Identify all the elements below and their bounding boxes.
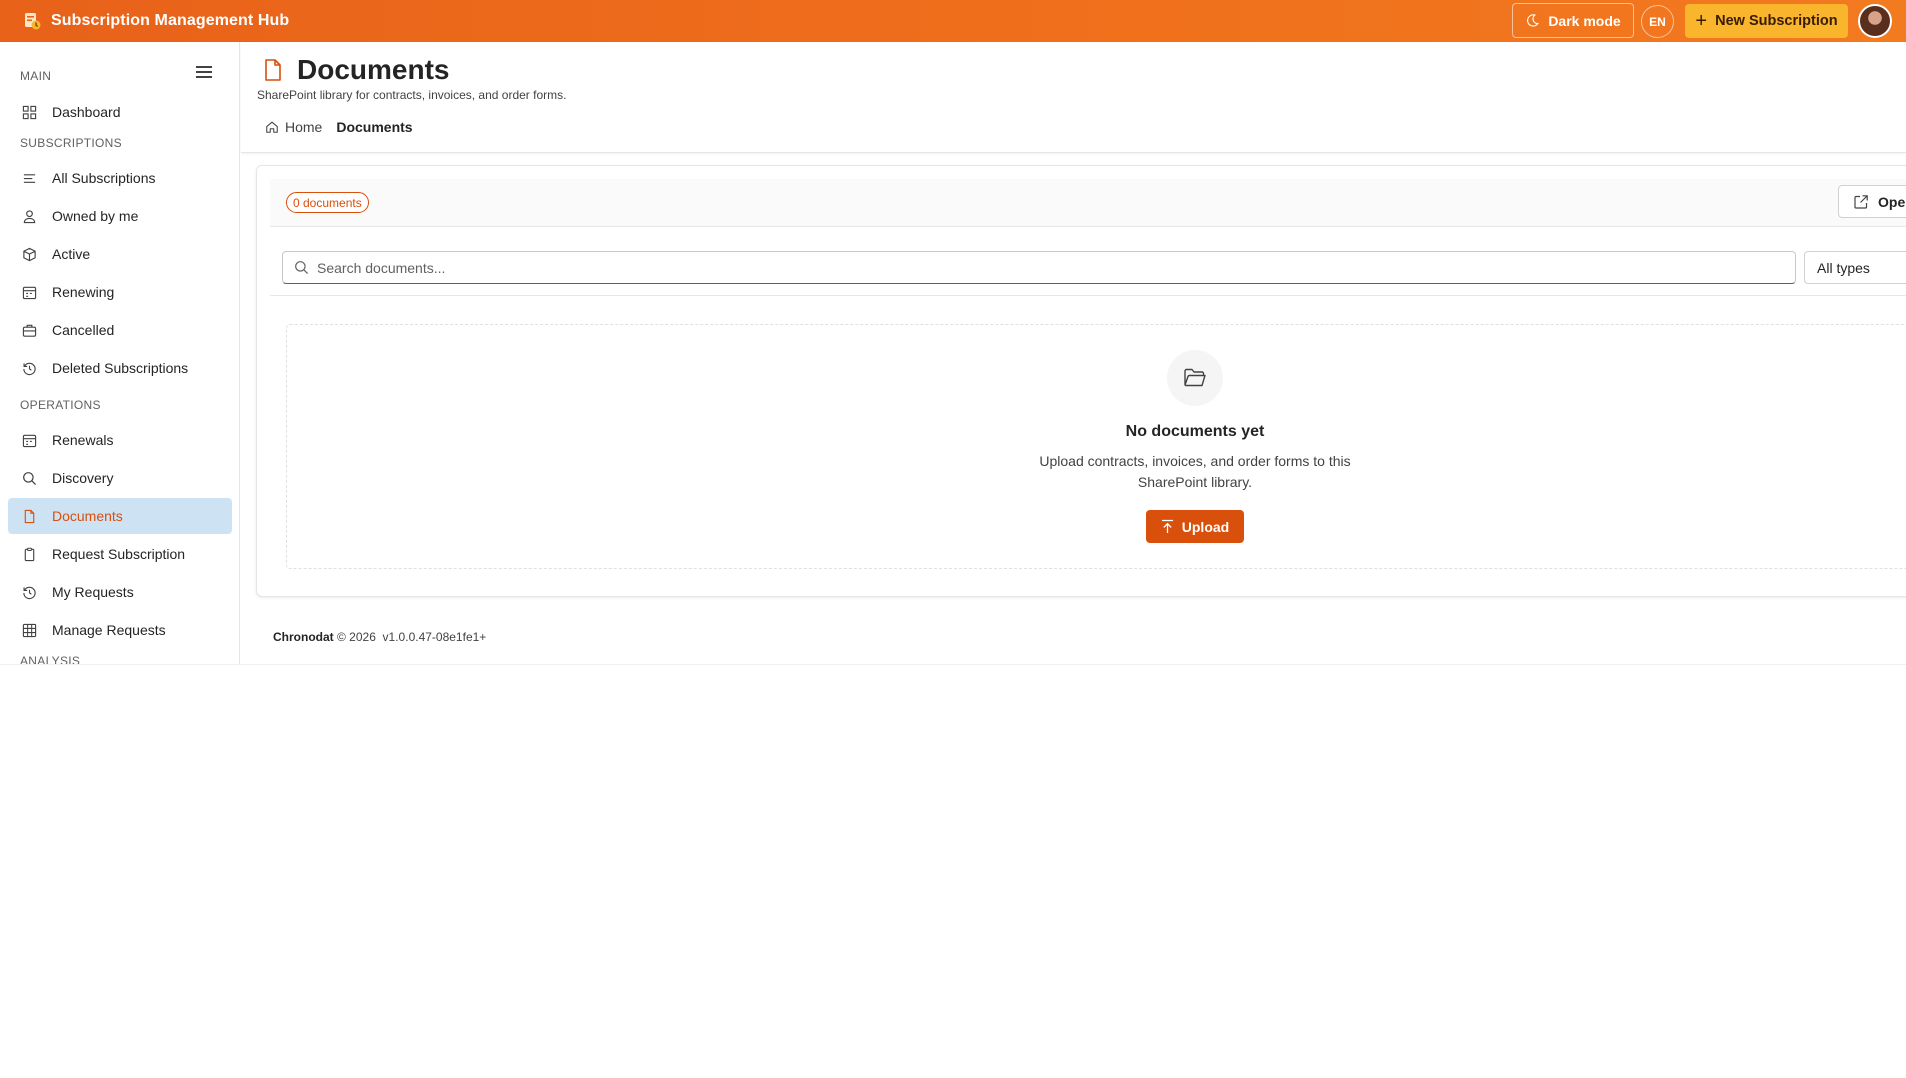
section-label-main: MAIN (20, 69, 52, 83)
box-icon (21, 246, 37, 262)
breadcrumb-home-label: Home (285, 119, 323, 135)
person-icon (21, 208, 37, 224)
moon-icon (1527, 14, 1540, 27)
table-icon (21, 622, 37, 638)
app-logo-icon (25, 13, 41, 30)
sidebar-item-label: Dashboard (52, 104, 121, 120)
list-icon (21, 170, 37, 186)
sidebar-item-dashboard[interactable]: Dashboard (8, 94, 232, 130)
search-icon (21, 470, 37, 486)
home-icon (266, 121, 278, 133)
brand[interactable]: Subscription Management Hub (22, 11, 289, 31)
sidebar-item-label: Cancelled (52, 322, 115, 338)
plus-icon: + (1695, 10, 1708, 32)
document-count-badge: 0 documents (286, 192, 369, 213)
sidebar-item-cancelled[interactable]: Cancelled (8, 312, 232, 348)
new-subscription-button[interactable]: + New Subscription (1685, 4, 1848, 38)
top-bar: Subscription Management Hub Dark mode EN… (0, 0, 1906, 42)
sidebar-item-label: All Subscriptions (52, 170, 156, 186)
calendar-icon (21, 284, 37, 300)
section-label-subscriptions: SUBSCRIPTIONS (20, 136, 122, 150)
empty-state: No documents yet Upload contracts, invoi… (286, 324, 1906, 569)
sidebar-item-label: Discovery (52, 470, 114, 486)
breadcrumb: Home Documents (265, 119, 413, 135)
section-label-operations: OPERATIONS (20, 398, 101, 412)
sidebar-item-label: Manage Requests (52, 622, 166, 638)
sidebar-item-my-requests[interactable]: My Requests (8, 574, 232, 610)
search-input[interactable] (317, 259, 1717, 276)
type-filter-select[interactable]: All types (1804, 251, 1906, 284)
document-icon (21, 508, 37, 524)
sidebar-item-deleted-subscriptions[interactable]: Deleted Subscriptions (8, 350, 232, 386)
clipboard-icon (21, 546, 37, 562)
menu-toggle-icon[interactable] (196, 66, 212, 78)
empty-state-text: Upload contracts, invoices, and order fo… (1039, 453, 1351, 490)
dark-mode-button[interactable]: Dark mode (1512, 3, 1634, 38)
footer-company: Chronodat (273, 630, 334, 644)
type-filter-value: All types (1817, 259, 1870, 276)
folder-open-icon (1167, 350, 1223, 406)
upload-label: Upload (1181, 518, 1230, 535)
history-icon (21, 584, 37, 600)
app-title: Subscription Management Hub (51, 12, 290, 29)
sidebar-item-label: Request Subscription (52, 546, 186, 562)
page-subtitle: SharePoint library for contracts, invoic… (257, 88, 567, 102)
content-bottom-edge (0, 664, 1906, 665)
dashboard-icon (21, 104, 37, 120)
search-icon (295, 261, 309, 275)
sidebar-item-documents[interactable]: Documents (8, 498, 232, 534)
section-label-analysis: ANALYSIS (20, 654, 81, 664)
breadcrumb-home[interactable]: Home (265, 119, 322, 135)
sidebar-item-renewing[interactable]: Renewing (8, 274, 232, 310)
briefcase-icon (21, 322, 37, 338)
sidebar-item-discovery[interactable]: Discovery (8, 460, 232, 496)
sidebar-item-owned-by-me[interactable]: Owned by me (8, 198, 232, 234)
sidebar-item-request-subscription[interactable]: Request Subscription (8, 536, 232, 572)
open-in-sharepoint-label: Open in SharePoint (1878, 193, 1906, 210)
breadcrumb-current: Documents (336, 119, 413, 135)
history-icon (21, 360, 37, 376)
upload-button[interactable]: Upload (1146, 510, 1244, 543)
empty-state-title: No documents yet (1125, 423, 1265, 440)
user-avatar[interactable] (1858, 4, 1892, 38)
sidebar-item-all-subscriptions[interactable]: All Subscriptions (8, 160, 232, 196)
open-in-sharepoint-button[interactable]: Open in SharePoint (1838, 185, 1906, 218)
card-toolbar: 0 documents Open in SharePoint (270, 179, 1906, 227)
search-box[interactable] (282, 251, 1796, 284)
sidebar-item-label: Deleted Subscriptions (52, 360, 189, 376)
footer-copyright: © 2026 (337, 630, 376, 644)
upload-icon (1161, 519, 1173, 533)
documents-card: 0 documents Open in SharePoint All types… (256, 165, 1906, 597)
language-button[interactable]: EN (1641, 5, 1674, 38)
sidebar-item-label: Documents (52, 508, 123, 524)
sidebar: MAIN Dashboard SUBSCRIPTIONS All Subscri… (0, 42, 240, 664)
calendar-icon (21, 432, 37, 448)
sidebar-item-label: Renewals (52, 432, 114, 448)
language-label: EN (1649, 14, 1666, 29)
sidebar-item-renewals[interactable]: Renewals (8, 422, 232, 458)
footer: Chronodat © 2026 v1.0.0.47-08e1fe1+ (273, 630, 486, 644)
page-title: Documents (297, 54, 450, 85)
sidebar-item-label: Owned by me (52, 208, 139, 224)
document-icon (265, 59, 281, 81)
sidebar-item-label: Renewing (52, 284, 115, 300)
open-external-icon (1854, 194, 1868, 209)
divider (270, 295, 1906, 296)
dark-mode-label: Dark mode (1548, 12, 1621, 29)
page-header: Documents SharePoint library for contrac… (241, 42, 1906, 153)
sidebar-item-label: Active (52, 246, 91, 262)
new-subscription-label: New Subscription (1715, 13, 1838, 29)
sidebar-item-label: My Requests (52, 584, 134, 600)
sidebar-item-active[interactable]: Active (8, 236, 232, 272)
sidebar-item-manage-requests[interactable]: Manage Requests (8, 612, 232, 648)
footer-version: v1.0.0.47-08e1fe1+ (382, 630, 487, 644)
